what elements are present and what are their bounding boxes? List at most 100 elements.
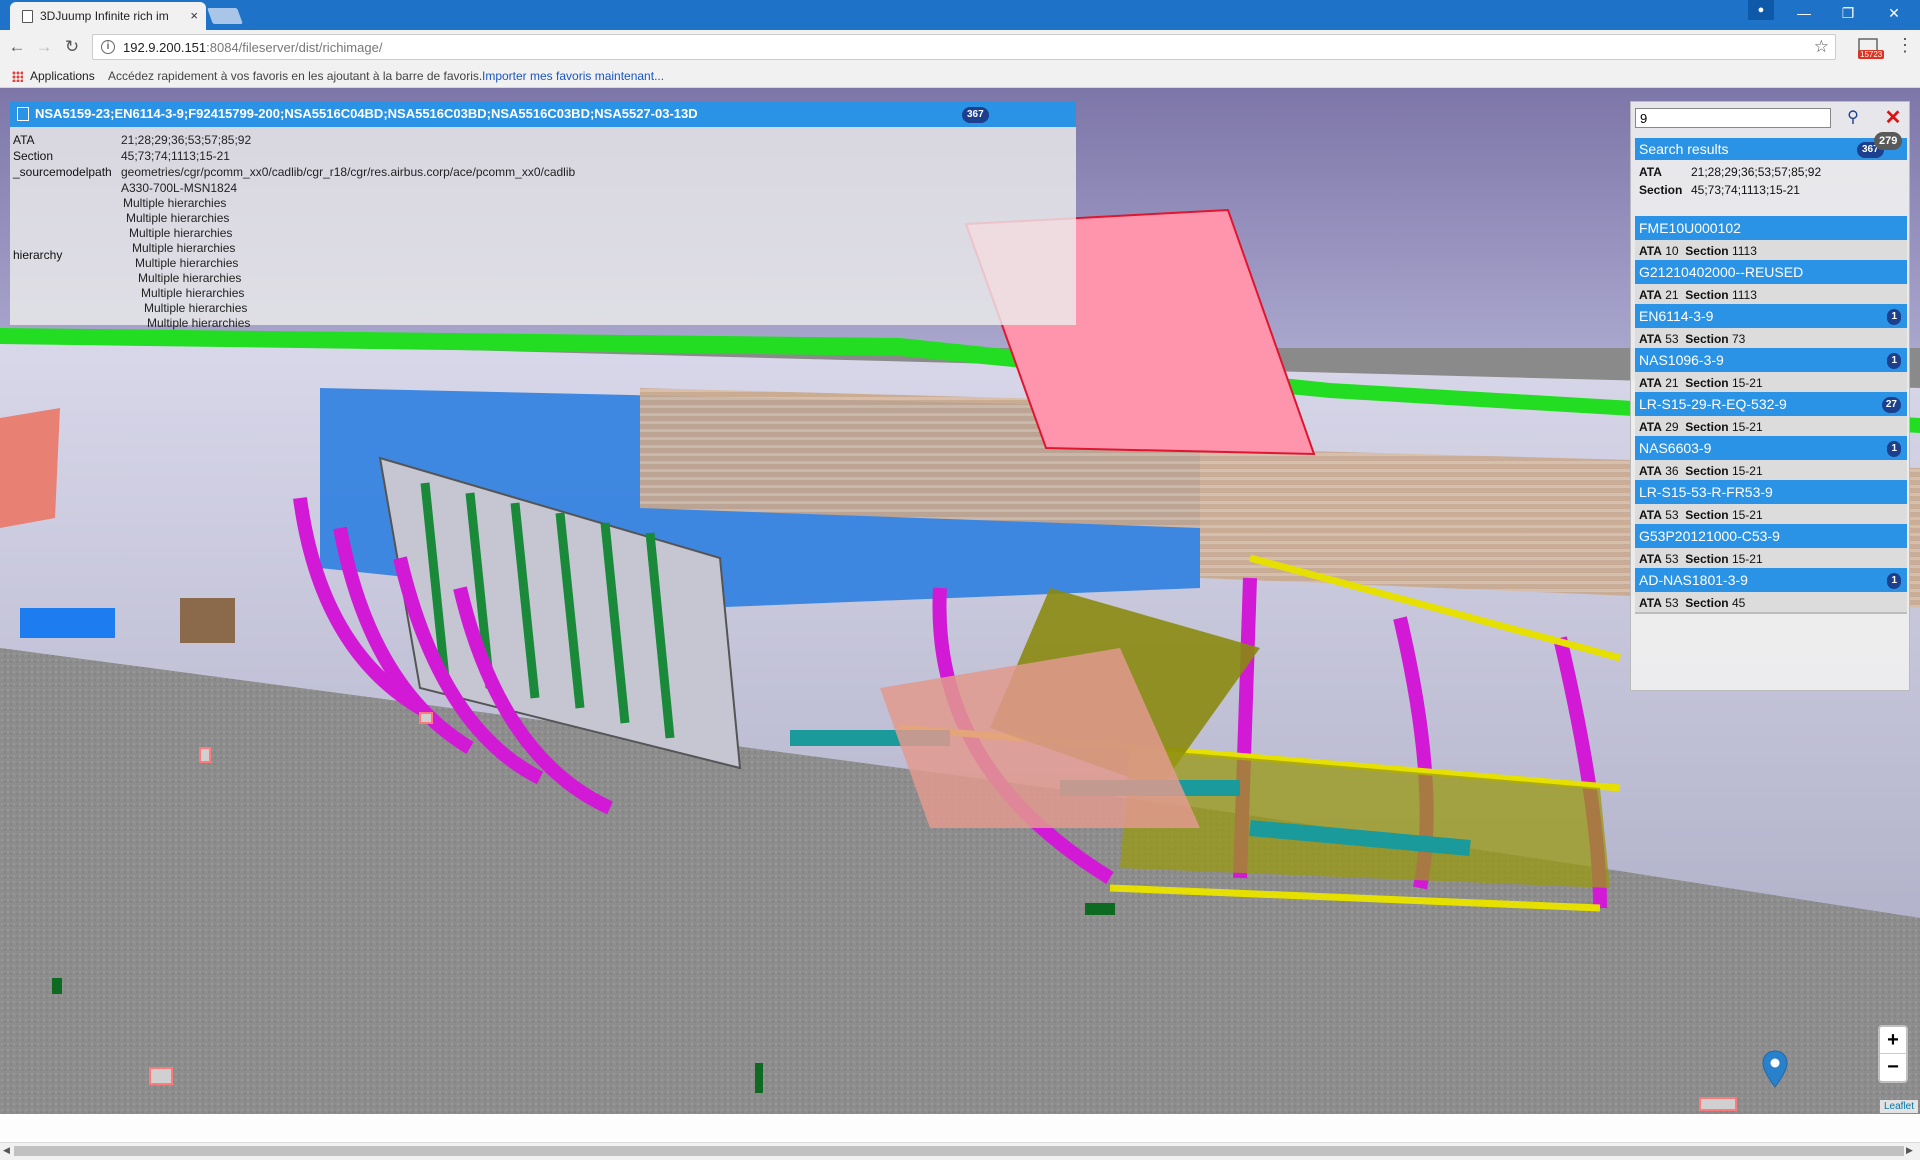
search-result-item[interactable]: LR-S15-29-R-EQ-532-9 27 ATA 29 Section 15-… — [1635, 392, 1907, 442]
result-ata-label: ATA — [1639, 596, 1662, 610]
search-result-meta: ATA 21 Section 1113 — [1635, 284, 1907, 306]
minimize-icon[interactable]: — — [1782, 0, 1826, 26]
search-result-title[interactable]: NAS6603-9 1 — [1635, 436, 1907, 460]
star-icon[interactable]: ☆ — [1814, 37, 1829, 57]
tab-close-icon[interactable]: × — [190, 8, 198, 23]
result-ata-value: 53 — [1665, 508, 1679, 522]
attributes-header[interactable]: NSA5159-23;EN6114-3-9;F92415799-200;NSA5… — [10, 101, 1076, 127]
result-section-label: Section — [1685, 288, 1729, 302]
hierarchy-label: hierarchy — [13, 248, 63, 262]
attributes-panel: NSA5159-23;EN6114-3-9;F92415799-200;NSA5… — [10, 101, 1076, 330]
url-text: 192.9.200.151:8084/fileserver/dist/richi… — [123, 40, 383, 55]
back-arrow-icon[interactable]: ← — [5, 36, 29, 58]
bookmark-apps[interactable]: Applications — [30, 69, 95, 83]
apps-grid-icon[interactable] — [12, 71, 23, 82]
hierarchy-item: Multiple hierarchies — [132, 241, 236, 255]
search-result-title[interactable]: NAS1096-3-9 1 — [1635, 348, 1907, 372]
new-tab-button[interactable] — [207, 8, 243, 24]
search-result-meta: ATA 29 Section 15-21 — [1635, 416, 1907, 438]
result-section-value: 1113 — [1731, 244, 1757, 258]
result-ata-value: 10 — [1665, 244, 1679, 258]
attributes-count-badge: 367 — [962, 107, 989, 123]
import-bookmarks-link[interactable]: Importer mes favoris maintenant... — [482, 69, 664, 83]
browser-toolbar: ← → ↻ i 192.9.200.151:8084/fileserver/di… — [0, 30, 1920, 64]
result-ata-label: ATA — [1639, 332, 1662, 346]
source-path-label: _sourcemodelpath — [13, 165, 112, 179]
attributes-title: NSA5159-23;EN6114-3-9;F92415799-200;NSA5… — [35, 106, 698, 121]
close-window-icon[interactable]: ✕ — [1872, 0, 1916, 26]
search-result-title[interactable]: G21210402000--REUSED — [1635, 260, 1907, 284]
ata-label: ATA — [13, 133, 35, 147]
result-ata-label: ATA — [1639, 420, 1662, 434]
magnifier-icon[interactable]: ⚲ — [1841, 107, 1865, 129]
close-x-icon[interactable]: ✕ — [1881, 107, 1905, 129]
search-result-item[interactable]: G21210402000--REUSED ATA 21 Section 1113 — [1635, 260, 1907, 310]
search-result-item[interactable]: G53P20121000-C53-9 ATA 53 Section 15-21 — [1635, 524, 1907, 574]
search-result-meta: ATA 53 Section 73 — [1635, 328, 1907, 350]
result-count-badge: 1 — [1887, 573, 1901, 589]
result-section-label: Section — [1685, 464, 1729, 478]
leaflet-attribution[interactable]: Leaflet — [1880, 1100, 1919, 1113]
result-title-text: LR-S15-29-R-EQ-532-9 — [1639, 396, 1787, 412]
restore-icon[interactable]: ❐ — [1826, 0, 1870, 26]
search-result-item[interactable]: FME10U000102 ATA 10 Section 1113 — [1635, 216, 1907, 266]
search-result-title[interactable]: G53P20121000-C53-9 — [1635, 524, 1907, 548]
scroll-right-icon[interactable]: ▶ — [1906, 1145, 1913, 1156]
zoom-in-button[interactable]: + — [1880, 1027, 1906, 1054]
zoom-out-button[interactable]: − — [1880, 1054, 1906, 1081]
search-results-header[interactable]: Search results 367 — [1635, 138, 1907, 160]
document-icon — [17, 107, 29, 121]
search-result-meta: ATA 53 Section 15-21 — [1635, 504, 1907, 526]
section-label: Section — [13, 149, 54, 163]
search-result-meta: ATA 21 Section 15-21 — [1635, 372, 1907, 394]
search-result-meta: ATA 53 Section 45 — [1635, 592, 1907, 614]
search-result-meta: ATA 53 Section 15-21 — [1635, 548, 1907, 570]
map-viewport[interactable]: NSA5159-23;EN6114-3-9;F92415799-200;NSA5… — [0, 88, 1920, 1114]
search-result-title[interactable]: LR-S15-29-R-EQ-532-9 27 — [1635, 392, 1907, 416]
result-section-value: 15-21 — [1731, 376, 1763, 390]
search-input[interactable] — [1635, 108, 1831, 128]
result-ata-value: 53 — [1665, 332, 1679, 346]
search-result-item[interactable]: AD-NAS1801-3-9 1 ATA 53 Section 45 — [1635, 568, 1907, 618]
result-section-value: 1113 — [1731, 288, 1757, 302]
result-section-label: Section — [1685, 244, 1729, 258]
map-pin-icon[interactable] — [1762, 1050, 1788, 1088]
result-ata-label: ATA — [1639, 552, 1662, 566]
hierarchy-item: Multiple hierarchies — [138, 271, 242, 285]
bookmarks-bar: Applications Accédez rapidement à vos fa… — [0, 64, 1920, 88]
page-icon — [22, 10, 33, 23]
search-result-title[interactable]: FME10U000102 — [1635, 216, 1907, 240]
result-ata-value: 21 — [1665, 288, 1679, 302]
summary-ata-row: ATA 21;28;29;36;53;57;85;92 — [1639, 165, 1821, 179]
search-result-title[interactable]: LR-S15-53-R-FR53-9 — [1635, 480, 1907, 504]
result-section-value: 15-21 — [1731, 508, 1763, 522]
reload-icon[interactable]: ↻ — [60, 36, 84, 58]
scroll-left-icon[interactable]: ◀ — [3, 1145, 10, 1156]
summary-section-label: Section — [1639, 183, 1683, 197]
ata-value: 21;28;29;36;53;57;85;92 — [121, 133, 252, 147]
result-title-text: LR-S15-53-R-FR53-9 — [1639, 484, 1773, 500]
cast-badge: 15723 — [1858, 50, 1885, 59]
scrollbar-thumb[interactable] — [14, 1146, 1904, 1156]
user-profile-icon[interactable]: ● — [1748, 0, 1774, 20]
bookmarks-hint: Accédez rapidement à vos favoris en les … — [108, 69, 483, 83]
hierarchy-item: Multiple hierarchies — [147, 316, 251, 330]
search-result-item[interactable]: NAS1096-3-9 1 ATA 21 Section 15-21 — [1635, 348, 1907, 398]
search-result-item[interactable]: EN6114-3-9 1 ATA 53 Section 73 — [1635, 304, 1907, 354]
address-bar[interactable]: i 192.9.200.151:8084/fileserver/dist/ric… — [92, 34, 1836, 60]
result-count-badge: 1 — [1887, 309, 1901, 325]
info-icon[interactable]: i — [101, 40, 115, 54]
result-ata-value: 29 — [1665, 420, 1679, 434]
search-result-title[interactable]: EN6114-3-9 1 — [1635, 304, 1907, 328]
search-result-item[interactable]: NAS6603-9 1 ATA 36 Section 15-21 — [1635, 436, 1907, 486]
result-title-text: NAS1096-3-9 — [1639, 352, 1724, 368]
summary-section-value: 45;73;74;1113;15-21 — [1691, 183, 1800, 197]
menu-dots-icon[interactable]: ⋮ — [1896, 35, 1914, 56]
search-result-title[interactable]: AD-NAS1801-3-9 1 — [1635, 568, 1907, 592]
browser-tab[interactable]: 3DJuump Infinite rich im × — [10, 2, 206, 30]
forward-arrow-icon[interactable]: → — [32, 36, 56, 58]
search-result-item[interactable]: LR-S15-53-R-FR53-9 ATA 53 Section 15-21 — [1635, 480, 1907, 530]
result-count-badge: 1 — [1887, 353, 1901, 369]
hierarchy-item: Multiple hierarchies — [123, 196, 227, 210]
horizontal-scrollbar[interactable]: ◀ ▶ — [0, 1142, 1920, 1158]
